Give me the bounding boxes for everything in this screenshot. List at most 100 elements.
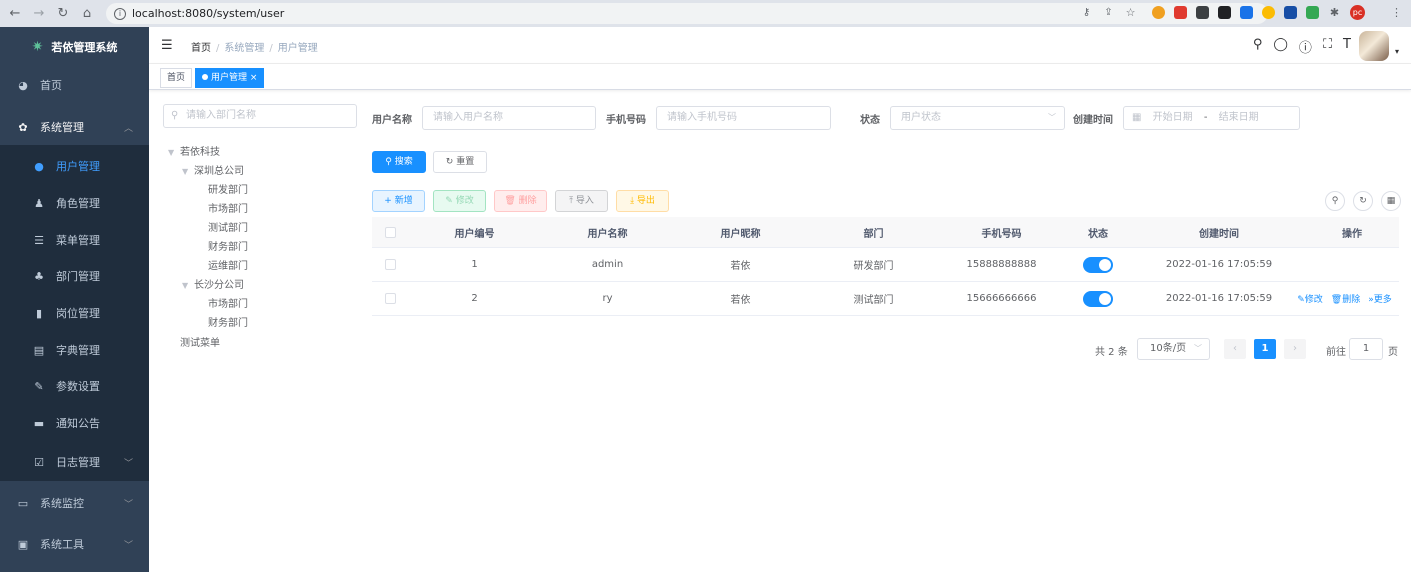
sidebar-item-users[interactable]: ● 用户管理 [0, 148, 149, 184]
columns-button[interactable]: ▦ [1381, 191, 1401, 211]
fullscreen-icon[interactable]: ⛶ [1323, 37, 1332, 56]
status-switch[interactable] [1083, 290, 1113, 307]
github-icon[interactable]: ◯ [1273, 37, 1288, 56]
tree-node[interactable]: 测试部门 [208, 219, 248, 238]
tree-node[interactable]: ▼ 长沙分公司 [182, 276, 244, 295]
sidebar-item-home[interactable]: ◕ 首页 [0, 67, 149, 103]
prev-page-button[interactable]: ‹ [1224, 339, 1246, 359]
site-info-icon[interactable]: i [114, 7, 126, 20]
reset-button[interactable]: ↻ 重置 [433, 151, 487, 173]
tree-node[interactable]: ▼ 若依科技 [168, 143, 220, 162]
header-dept: 部门 [863, 228, 884, 240]
tree-node[interactable]: 财务部门 [208, 314, 248, 333]
add-button[interactable]: + 新增 [372, 190, 425, 212]
sidebar-item-depts[interactable]: ♣ 部门管理 [0, 258, 149, 294]
page-size-select[interactable]: 10条/页 ﹀ [1137, 338, 1210, 360]
extensions-puzzle-icon[interactable]: ✱ [1328, 6, 1341, 19]
sidebar-item-notice[interactable]: ▬ 通知公告 [0, 405, 149, 441]
sidebar-item-label: 系统工具 [40, 538, 84, 551]
status-select[interactable]: 用户状态 ﹀ [890, 106, 1065, 130]
reload-icon[interactable]: ↻ [52, 6, 74, 21]
font-size-icon[interactable]: T [1343, 37, 1351, 56]
address-bar[interactable]: i localhost:8080/system/user [106, 3, 1268, 24]
avatar[interactable] [1359, 31, 1389, 61]
peoples-icon: ♟ [34, 196, 44, 210]
search-icon: ⚲ [1331, 196, 1339, 206]
table-row: 1 admin 若依 研发部门 15888888888 2022-01-16 1… [372, 248, 1399, 282]
row-more-link[interactable]: »更多 [1368, 292, 1392, 305]
row-checkbox[interactable] [372, 282, 408, 315]
profile-avatar[interactable]: pc [1350, 5, 1365, 20]
search-button[interactable]: ⚲ 搜索 [372, 151, 426, 173]
sidebar-item-system[interactable]: ✿ 系统管理 ︿ [0, 109, 149, 145]
back-arrow-icon[interactable]: ← [4, 6, 26, 21]
extension-pdf-icon[interactable] [1174, 6, 1187, 19]
import-button[interactable]: ⤒ 导入 [555, 190, 608, 212]
edit-icon: ✎ [445, 196, 453, 206]
sidebar-item-monitor[interactable]: ▭ 系统监控 ﹀ [0, 485, 149, 521]
bookmark-star-icon[interactable]: ☆ [1124, 6, 1137, 19]
browser-menu-icon[interactable]: ⋮ [1390, 6, 1403, 19]
tree-node[interactable]: 市场部门 [208, 200, 248, 219]
active-dot-icon [202, 74, 208, 80]
header-checkbox[interactable] [372, 217, 408, 247]
tree-node[interactable]: 研发部门 [208, 181, 248, 200]
home-icon[interactable]: ⌂ [76, 6, 98, 21]
tree-node[interactable]: 财务部门 [208, 238, 248, 257]
forward-arrow-icon[interactable]: → [28, 6, 50, 21]
tags-view: 首页 用户管理 × [149, 64, 1411, 90]
caret-down-icon[interactable]: ▾ [1395, 47, 1399, 56]
extension-dots-icon[interactable] [1262, 6, 1275, 19]
extension-square-icon[interactable] [1284, 6, 1297, 19]
dept-search-input[interactable]: ⚲ 请输入部门名称 [163, 104, 357, 128]
breadcrumb-item-home[interactable]: 首页 [191, 43, 211, 54]
sidebar-item-label: 日志管理 [56, 456, 100, 469]
goto-page-input[interactable]: 1 [1349, 338, 1383, 360]
export-button[interactable]: ⤓ 导出 [616, 190, 669, 212]
sidebar-item-dict[interactable]: ▤ 字典管理 [0, 332, 149, 368]
tag-user-management[interactable]: 用户管理 × [195, 68, 265, 88]
extension-dark-icon[interactable] [1218, 6, 1231, 19]
extension-cookie-icon[interactable] [1152, 6, 1165, 19]
close-icon[interactable]: × [250, 73, 258, 83]
page-number-current[interactable]: 1 [1254, 339, 1276, 359]
hamburger-icon[interactable]: ☰ [161, 38, 173, 53]
cell-status [1063, 282, 1133, 315]
tree-node[interactable]: ▼ 深圳总公司 [182, 162, 244, 181]
log-icon: ☑ [34, 455, 44, 469]
row-delete-link[interactable]: 🗑删除 [1331, 292, 1360, 305]
question-icon[interactable]: ⓘ [1299, 37, 1312, 56]
sidebar-item-label: 用户管理 [56, 160, 100, 173]
tree-node[interactable]: 测试菜单 [180, 334, 220, 353]
extension-puzzle-green-icon[interactable] [1306, 6, 1319, 19]
row-checkbox[interactable] [372, 248, 408, 281]
key-icon[interactable]: ⚷ [1080, 6, 1093, 19]
tag-home[interactable]: 首页 [160, 68, 193, 88]
tree-node[interactable]: 市场部门 [208, 295, 248, 314]
extension-grid-icon[interactable] [1196, 6, 1209, 19]
date-range-picker[interactable]: ▦ 开始日期 - 结束日期 [1123, 106, 1300, 130]
delete-button[interactable]: 🗑 删除 [494, 190, 547, 212]
edit-button[interactable]: ✎ 修改 [433, 190, 486, 212]
sidebar-item-label: 部门管理 [56, 270, 100, 283]
search-icon[interactable]: ⚲ [1253, 37, 1263, 56]
sidebar-item-log[interactable]: ☑ 日志管理 ﹀ [0, 444, 149, 480]
next-page-button[interactable]: › [1284, 339, 1306, 359]
status-switch[interactable] [1083, 256, 1113, 273]
sidebar-item-posts[interactable]: ▮ 岗位管理 [0, 295, 149, 331]
share-icon[interactable]: ⇪ [1102, 6, 1115, 19]
phone-input[interactable]: 请输入手机号码 [656, 106, 831, 130]
plus-icon: + [384, 196, 392, 206]
sidebar-item-roles[interactable]: ♟ 角色管理 [0, 185, 149, 221]
refresh-button[interactable]: ↻ [1353, 191, 1373, 211]
sidebar-logo[interactable]: ✷ 若依管理系统 [0, 27, 149, 67]
toggle-search-button[interactable]: ⚲ [1325, 191, 1345, 211]
sidebar-item-config[interactable]: ✎ 参数设置 [0, 368, 149, 404]
sidebar-item-menus[interactable]: ☰ 菜单管理 [0, 222, 149, 258]
tree-node[interactable]: 运维部门 [208, 257, 248, 276]
sidebar-item-tool[interactable]: ▣ 系统工具 ﹀ [0, 526, 149, 562]
row-edit-link[interactable]: ✎修改 [1297, 292, 1323, 305]
extension-crop-icon[interactable] [1240, 6, 1253, 19]
sidebar-item-label: 系统管理 [40, 121, 84, 134]
username-input[interactable]: 请输入用户名称 [422, 106, 596, 130]
